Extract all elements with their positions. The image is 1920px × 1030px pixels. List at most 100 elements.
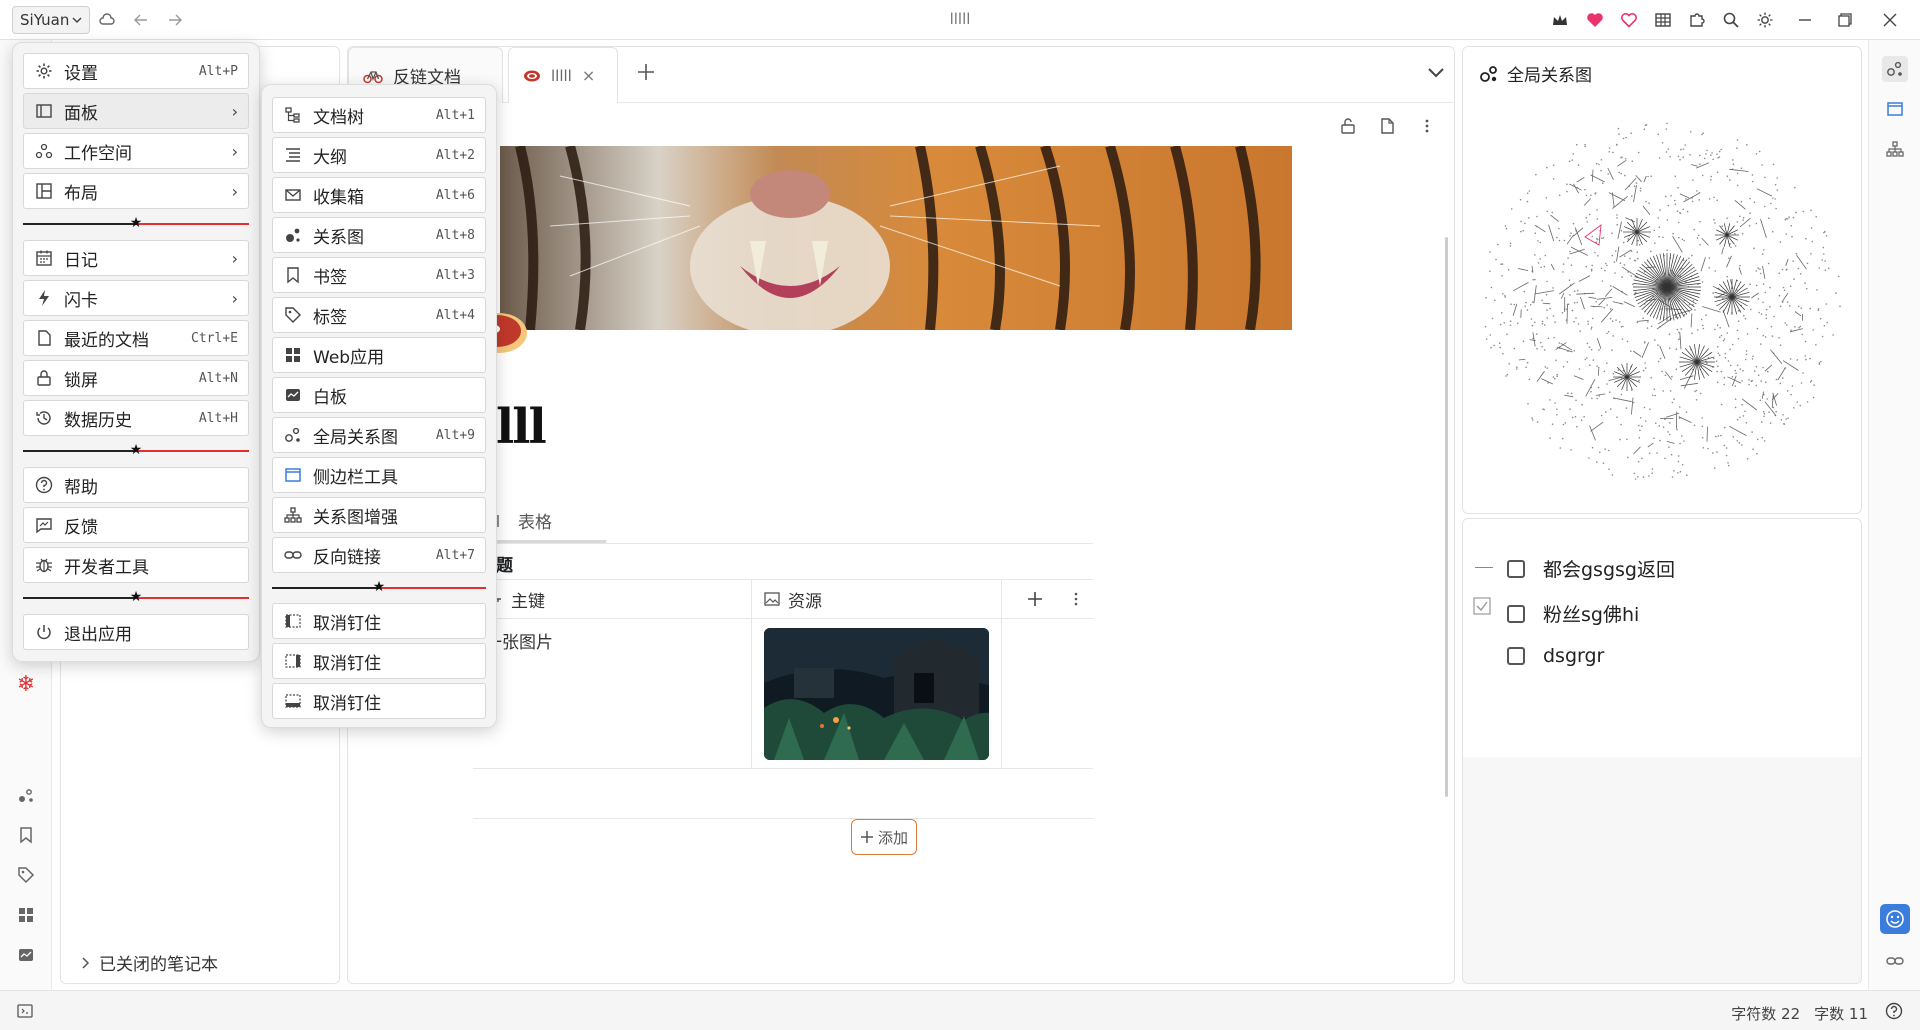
graph-node[interactable] [1545, 197, 1548, 199]
graph-node[interactable] [1554, 321, 1556, 323]
graph-node[interactable] [1543, 408, 1545, 411]
graph-node[interactable] [1499, 323, 1502, 326]
graph-node[interactable] [1585, 216, 1588, 219]
graph-node[interactable] [1810, 253, 1812, 255]
graph-node[interactable] [1546, 280, 1548, 283]
graph-node[interactable] [1499, 346, 1501, 349]
graph-node[interactable] [1738, 441, 1741, 444]
graph-node[interactable] [1720, 403, 1723, 406]
todo-checkbox[interactable] [1507, 604, 1525, 623]
graph-node[interactable] [1698, 191, 1701, 194]
tab-close-icon[interactable]: × [582, 66, 595, 85]
menu-item-quit[interactable]: 退出应用 [23, 614, 249, 650]
todo-checkbox[interactable] [1507, 559, 1525, 578]
graph-node[interactable] [1735, 372, 1737, 375]
graph-node[interactable] [1638, 379, 1640, 382]
graph-node[interactable] [1716, 324, 1719, 326]
graph-node[interactable] [1673, 199, 1676, 202]
graph-node[interactable] [1586, 357, 1588, 359]
graph-node[interactable] [1586, 221, 1588, 223]
menu-item-recent-docs[interactable]: 最近的文档 Ctrl+E [23, 320, 249, 356]
graph-node[interactable] [1569, 250, 1571, 253]
graph-node[interactable] [1526, 309, 1529, 311]
graph-node[interactable] [1802, 210, 1805, 213]
submenu-item-whiteboard[interactable]: 白板 [272, 377, 486, 413]
graph-node[interactable] [1584, 143, 1586, 146]
graph-node[interactable] [1790, 393, 1792, 396]
todo-item[interactable]: 都会gsgsg返回 [1507, 555, 1675, 582]
graph-node[interactable] [1534, 278, 1536, 281]
graph-node[interactable] [1616, 416, 1618, 419]
graph-node[interactable] [1783, 289, 1786, 292]
graph-node[interactable] [1619, 262, 1622, 264]
graph-node[interactable] [1600, 169, 1602, 172]
graph-node[interactable] [1618, 171, 1620, 174]
graph-node[interactable] [1637, 461, 1640, 463]
graph-node[interactable] [1677, 186, 1679, 189]
graph-node[interactable] [1752, 448, 1754, 451]
graph-node[interactable] [1624, 174, 1626, 177]
graph-node[interactable] [1696, 329, 1699, 331]
graph-node[interactable] [1794, 186, 1796, 189]
graph-node[interactable] [1729, 179, 1731, 181]
graph-node[interactable] [1654, 394, 1656, 397]
graph-node[interactable] [1755, 384, 1758, 387]
graph-node[interactable] [1504, 295, 1506, 297]
graph-node[interactable] [1608, 449, 1610, 452]
graph-node[interactable] [1637, 476, 1639, 478]
graph-node[interactable] [1666, 122, 1668, 125]
graph-node[interactable] [1535, 173, 1537, 176]
graph-node[interactable] [1717, 365, 1719, 367]
submenu-item-webapp[interactable]: Web应用 [272, 337, 486, 373]
graph-node[interactable] [1498, 342, 1501, 344]
graph-node[interactable] [1714, 222, 1716, 224]
graph-node[interactable] [1736, 139, 1739, 141]
graph-node[interactable] [1664, 457, 1666, 460]
graph-node[interactable] [1813, 384, 1815, 386]
graph-node[interactable] [1674, 203, 1677, 205]
graph-node[interactable] [1556, 408, 1558, 411]
graph-node[interactable] [1679, 470, 1682, 473]
graph-node[interactable] [1676, 210, 1679, 212]
graph-node[interactable] [1717, 346, 1719, 348]
graph-node[interactable] [1736, 329, 1739, 332]
graph-enhance-icon[interactable] [1882, 136, 1908, 162]
graph-node[interactable] [1541, 299, 1543, 302]
graph-node[interactable] [1484, 325, 1487, 328]
add-row-button[interactable]: 添加 [851, 819, 918, 855]
graph-node[interactable] [1590, 349, 1593, 351]
graph-node[interactable] [1650, 175, 1652, 177]
graph-node[interactable] [1577, 164, 1580, 166]
graph-node[interactable] [1805, 287, 1808, 290]
crown-icon[interactable] [1547, 7, 1573, 33]
tab-lllll[interactable]: lllll × [508, 47, 618, 103]
graph-node[interactable] [1671, 476, 1674, 478]
graph-node[interactable] [1519, 198, 1522, 201]
graph-node[interactable] [1718, 150, 1721, 153]
graph-node[interactable] [1523, 290, 1526, 293]
graph-node[interactable] [1630, 250, 1633, 252]
graph-node[interactable] [1579, 330, 1581, 332]
graph-node[interactable] [1605, 411, 1607, 413]
collapse-dash-icon[interactable] [1475, 567, 1493, 568]
graph-node[interactable] [1637, 151, 1640, 154]
menu-item-devtools[interactable]: 开发者工具 [23, 547, 249, 583]
graph-node[interactable] [1677, 472, 1679, 474]
submenu-item-graph[interactable]: 关系图 Alt+8 [272, 217, 486, 253]
graph-node[interactable] [1570, 449, 1572, 451]
graph-node[interactable] [1537, 240, 1539, 242]
graph-node[interactable] [1797, 305, 1800, 308]
graph-node[interactable] [1614, 250, 1617, 252]
graph-node[interactable] [1571, 416, 1574, 419]
graph-node[interactable] [1627, 456, 1629, 459]
graph-node[interactable] [1558, 227, 1560, 230]
graph-node[interactable] [1699, 244, 1701, 246]
graph-node[interactable] [1809, 381, 1812, 383]
graph-node[interactable] [1732, 343, 1734, 346]
graph-node[interactable] [1539, 241, 1542, 244]
graph-node[interactable] [1596, 209, 1598, 211]
graph-node[interactable] [1762, 301, 1764, 304]
graph-node[interactable] [1604, 269, 1606, 272]
graph-node[interactable] [1804, 282, 1806, 284]
graph-node[interactable] [1800, 307, 1802, 309]
